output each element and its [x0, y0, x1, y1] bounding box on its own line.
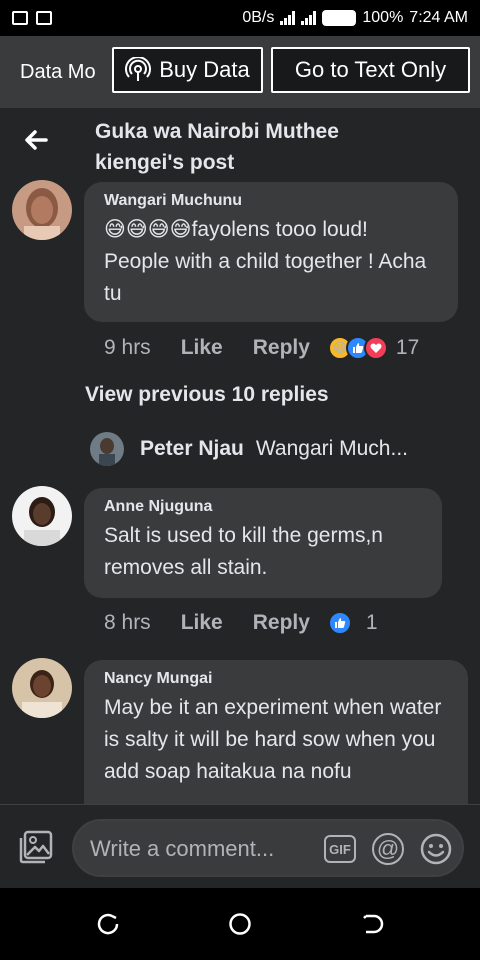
view-previous-replies[interactable]: View previous 10 replies — [85, 383, 329, 407]
buy-data-label: Buy Data — [159, 57, 250, 82]
page-title: Guka wa Nairobi Muthee kiengei's post — [95, 116, 339, 178]
system-nav-bar — [0, 888, 480, 960]
reaction-count: 1 — [365, 611, 378, 634]
recent-apps-icon[interactable] — [94, 910, 122, 938]
gif-icon[interactable]: GIF — [324, 835, 356, 863]
avatar[interactable] — [90, 432, 124, 466]
download-notification-icon — [36, 11, 52, 25]
reply-preview[interactable]: Peter Njau Wangari Much... — [90, 432, 408, 466]
at-icon[interactable]: @ — [372, 833, 404, 865]
like-button[interactable]: Like — [181, 336, 223, 360]
reply-button[interactable]: Reply — [253, 336, 310, 360]
like-button[interactable]: Like — [181, 611, 223, 635]
comment-emoji: 😅😅😅😅 — [104, 218, 192, 241]
status-bar: 0B/s 100% 7:24 AM — [0, 0, 480, 36]
post-header: Guka wa Nairobi Muthee kiengei's post — [0, 108, 480, 178]
reaction-count: 17 — [395, 336, 420, 359]
comments-screen: Guka wa Nairobi Muthee kiengei's post Wa… — [0, 108, 480, 804]
reactions-summary[interactable]: 😆 17 — [327, 336, 420, 360]
reply-text: Wangari Much... — [255, 437, 408, 460]
commenter-name[interactable]: Anne Njuguna — [104, 498, 422, 516]
avatar[interactable] — [12, 180, 72, 240]
clock: 7:24 AM — [409, 9, 468, 26]
comment-text: May be it an experiment when water is sa… — [104, 696, 442, 783]
comment-composer: Write a comment... GIF @ — [0, 804, 480, 888]
broadcast-icon — [125, 57, 152, 81]
data-mode-banner: Data Mo Buy Data Go to Text Only — [0, 36, 480, 108]
comment-bubble[interactable]: Anne Njuguna Salt is used to kill the ge… — [84, 488, 442, 598]
back-arrow-icon[interactable] — [22, 126, 50, 154]
home-icon[interactable] — [226, 910, 254, 938]
buy-data-button[interactable]: Buy Data — [112, 47, 263, 93]
comment-text: Salt is used to kill the germs,n removes… — [104, 524, 383, 579]
comment-input[interactable]: Write a comment... GIF @ — [72, 819, 464, 877]
reply-button[interactable]: Reply — [253, 611, 310, 635]
photo-icon[interactable] — [18, 829, 54, 865]
comment-actions: 9 hrs Like Reply 😆 17 — [104, 336, 419, 360]
comment-bubble[interactable]: Nancy Mungai May be it an experiment whe… — [84, 660, 468, 804]
comment-placeholder: Write a comment... — [90, 836, 275, 861]
commenter-name[interactable]: Nancy Mungai — [104, 670, 448, 688]
image-notification-icon — [12, 11, 28, 25]
title-line-2: kiengei's post — [95, 151, 235, 174]
signal-icon-2 — [301, 11, 317, 25]
network-speed: 0B/s — [242, 9, 275, 26]
title-line-1: Guka wa Nairobi Muthee — [95, 120, 339, 143]
emoji-icon[interactable] — [420, 833, 452, 865]
reactions-summary[interactable]: 1 — [327, 611, 378, 635]
text-only-button[interactable]: Go to Text Only — [271, 47, 470, 93]
commenter-name[interactable]: Wangari Muchunu — [104, 192, 438, 210]
comment-time: 9 hrs — [104, 336, 151, 359]
battery-icon — [322, 10, 357, 26]
like-icon — [327, 611, 352, 635]
back-nav-icon[interactable] — [358, 910, 386, 938]
comment-text: 😅😅😅😅fayolens tooo loud! People with a ch… — [104, 214, 438, 310]
love-icon — [363, 336, 388, 360]
comment-time: 8 hrs — [104, 611, 151, 634]
comment-actions: 8 hrs Like Reply 1 — [104, 611, 378, 635]
avatar[interactable] — [12, 486, 72, 546]
text-only-label: Go to Text Only — [294, 57, 447, 82]
avatar[interactable] — [12, 658, 72, 718]
battery-level: 100% — [362, 9, 404, 26]
signal-icon — [280, 11, 296, 25]
comment-bubble[interactable]: Wangari Muchunu 😅😅😅😅fayolens tooo loud! … — [84, 182, 458, 322]
data-mode-label: Data Mo — [20, 60, 96, 83]
reply-author[interactable]: Peter Njau — [140, 437, 244, 461]
